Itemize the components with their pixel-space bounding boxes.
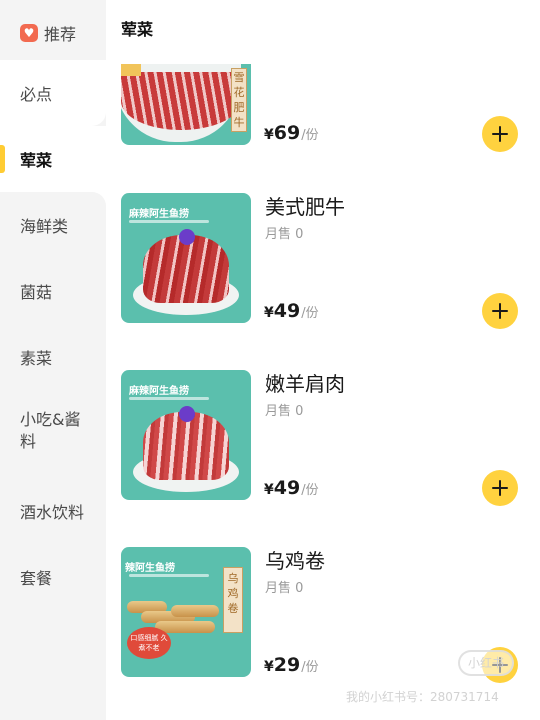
currency-symbol: ¥ <box>264 482 274 498</box>
sidebar-item-label: 菌菇 <box>20 283 53 302</box>
sidebar-item-bg: 海鲜类 <box>0 192 106 258</box>
sidebar-item-vegetables[interactable]: 素菜 <box>0 324 106 390</box>
watermark-text: 我的小红书号：280731714 <box>346 690 499 704</box>
currency-symbol: ¥ <box>264 127 274 143</box>
price-value: 49 <box>273 300 301 322</box>
dish-price: ¥49/份 <box>264 477 319 499</box>
price-unit: /份 <box>301 483 319 498</box>
sidebar-item-label: 荤菜 <box>20 151 53 170</box>
currency-symbol: ¥ <box>264 305 274 321</box>
image-label: 雪花肥牛 <box>231 68 247 132</box>
brand-subtitle <box>129 220 209 223</box>
sidebar-item-must-order[interactable]: 必点 <box>0 60 106 126</box>
sidebar-item-snacks-sauce[interactable]: 小吃&酱料 <box>0 398 106 464</box>
currency-symbol: ¥ <box>264 659 274 675</box>
dish-image[interactable]: 麻辣阿生鱼捞 <box>121 193 251 323</box>
chicken-roll <box>171 605 219 617</box>
sidebar-item-meat[interactable]: 荤菜 <box>0 126 106 192</box>
sidebar-item-label: 套餐 <box>20 569 53 588</box>
dish-monthly-sales: 月售 0 <box>265 581 304 596</box>
price-value: 69 <box>273 122 301 144</box>
add-to-cart-button[interactable] <box>482 116 518 152</box>
dish-price: ¥29/份 <box>264 654 319 676</box>
dish-price: ¥69/份 <box>264 122 319 144</box>
add-to-cart-button[interactable] <box>482 470 518 506</box>
dish-monthly-sales: 月售 0 <box>265 227 304 242</box>
section-title: 荤菜 <box>121 20 154 39</box>
sidebar-item-mushroom[interactable]: 菌菇 <box>0 258 106 324</box>
dish-name[interactable]: 嫩羊肩肉 <box>265 368 345 397</box>
sidebar-item-drinks[interactable]: 酒水饮料 <box>0 478 106 544</box>
add-to-cart-button[interactable] <box>482 293 518 329</box>
dish-image[interactable]: 辣阿生鱼捞 乌鸡卷 口感细腻 久煮不老 <box>121 547 251 677</box>
sidebar-item-set-meal[interactable]: 套餐 <box>0 544 106 610</box>
price-value: 49 <box>273 477 301 499</box>
image-badge: 口感细腻 久煮不老 <box>127 627 171 659</box>
category-sidebar: 推荐 必点 荤菜 海鲜类 菌菇 素菜 小吃&酱料 酒水饮料 套餐 <box>0 0 106 720</box>
lamb-dome <box>143 412 229 480</box>
flower-garnish <box>179 406 195 422</box>
sidebar-item-label: 海鲜类 <box>20 217 69 236</box>
image-tag <box>121 64 141 76</box>
flower-garnish <box>179 229 195 245</box>
brand-logo-text: 麻辣阿生鱼捞 <box>129 386 189 397</box>
sidebar-item-label: 推荐 <box>44 25 77 44</box>
dish-name[interactable]: 乌鸡卷 <box>265 545 325 574</box>
image-label: 乌鸡卷 <box>223 567 243 633</box>
watermark-logo: 小红书 <box>458 650 514 676</box>
dish-monthly-sales: 月售 0 <box>265 404 304 419</box>
brand-logo-text: 辣阿生鱼捞 <box>125 563 175 574</box>
price-unit: /份 <box>301 128 319 143</box>
sidebar-item-seafood[interactable]: 海鲜类 <box>0 192 106 258</box>
recommend-heart-icon <box>20 24 38 42</box>
price-unit: /份 <box>301 660 319 675</box>
price-value: 29 <box>273 654 301 676</box>
brand-logo-text: 麻辣阿生鱼捞 <box>129 209 189 220</box>
beef-dome <box>143 235 229 303</box>
sidebar-item-label: 酒水饮料 <box>20 503 85 522</box>
sidebar-item-label: 必点 <box>20 85 53 104</box>
sidebar-item-recommend[interactable]: 推荐 <box>0 0 106 66</box>
dish-image[interactable]: 雪花肥牛 <box>121 64 251 145</box>
sidebar-item-label: 素菜 <box>20 349 53 368</box>
brand-subtitle <box>129 397 209 400</box>
dish-image[interactable]: 麻辣阿生鱼捞 <box>121 370 251 500</box>
dish-price: ¥49/份 <box>264 300 319 322</box>
beef-slices <box>121 72 241 130</box>
dish-name[interactable]: 美式肥牛 <box>265 191 345 220</box>
brand-subtitle <box>129 574 209 577</box>
sidebar-item-label: 小吃&酱料 <box>20 410 81 451</box>
price-unit: /份 <box>301 306 319 321</box>
